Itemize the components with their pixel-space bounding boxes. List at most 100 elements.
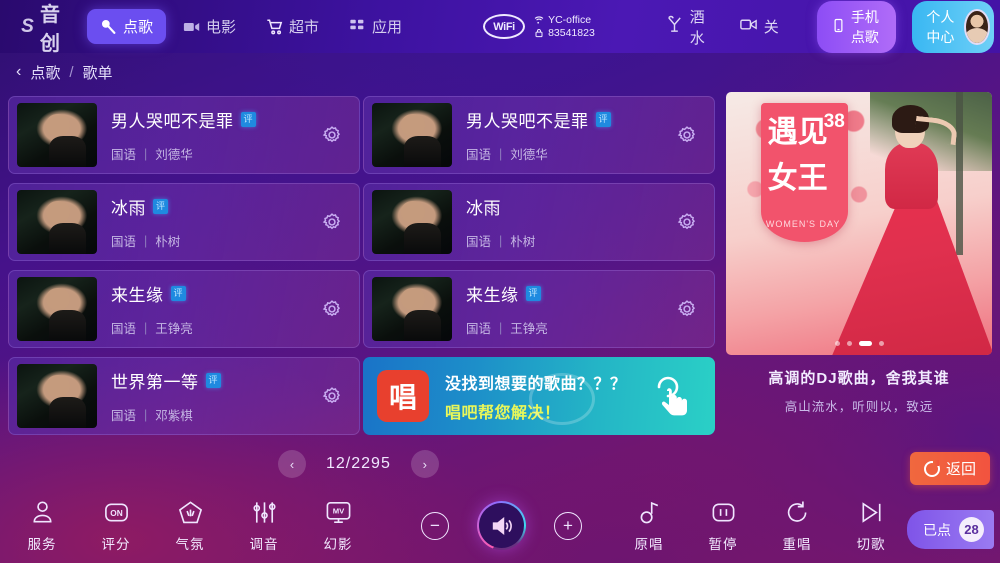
next-page-button[interactable]: › bbox=[410, 450, 439, 478]
gear-icon[interactable] bbox=[321, 124, 343, 146]
song-sub-divider: | bbox=[144, 407, 148, 422]
left-tool-group: 服务 ON 评分 气氛 调音 MV 幻影 bbox=[5, 498, 375, 553]
nav-label-apps: 应用 bbox=[372, 19, 403, 36]
user-center-label: 个人中心 bbox=[926, 8, 955, 45]
tool-mv[interactable]: MV 幻影 bbox=[301, 498, 375, 553]
poster-bodice bbox=[884, 142, 938, 209]
song-title: 来生缘 bbox=[466, 286, 519, 305]
nav-item-apps[interactable]: 应用 bbox=[336, 9, 415, 44]
breadcrumb-current: 歌单 bbox=[82, 64, 113, 82]
logo-text: 音创 bbox=[39, 3, 61, 55]
carousel-dot[interactable] bbox=[834, 341, 840, 346]
song-column-left: 男人哭吧不是罪 评 国语 | 刘德华 冰雨 评 国语 | 朴树 来生缘 评 国语… bbox=[8, 96, 360, 444]
gear-icon[interactable] bbox=[676, 298, 698, 320]
breadcrumb: ‹ 点歌 / 歌单 bbox=[0, 53, 1000, 91]
tool-next-song[interactable]: 切歌 bbox=[834, 498, 908, 553]
wifi-status: WiFi YC-office 83541823 bbox=[483, 14, 595, 40]
ordered-count-badge[interactable]: 已点 28 bbox=[907, 510, 994, 549]
song-sub-divider: | bbox=[499, 233, 503, 248]
nav-item-movies[interactable]: 电影 bbox=[170, 9, 249, 44]
song-row[interactable]: 来生缘 评 国语 | 王铮亮 bbox=[363, 270, 715, 348]
nav-item-songs[interactable]: 点歌 bbox=[87, 9, 167, 44]
tool-label: 调音 bbox=[249, 537, 279, 552]
poster-caption: 高调的DJ歌曲，舍我其谁 高山流水，听则以，致远 bbox=[726, 367, 992, 415]
poster-caption-title: 高调的DJ歌曲，舍我其谁 bbox=[768, 370, 950, 387]
nav-label-movies: 电影 bbox=[206, 19, 237, 36]
carousel-dot-active[interactable] bbox=[858, 341, 872, 346]
song-thumbnail bbox=[372, 190, 452, 254]
chang-logo-icon: 唱 bbox=[377, 370, 429, 422]
carousel-dot[interactable] bbox=[846, 341, 852, 346]
film-icon bbox=[183, 18, 201, 36]
tool-original-vocal[interactable]: 原唱 bbox=[612, 498, 686, 553]
tap-hand-icon bbox=[649, 371, 697, 421]
tool-label: 气氛 bbox=[175, 537, 205, 552]
song-thumbnail bbox=[372, 103, 452, 167]
song-row[interactable]: 世界第一等 评 国语 | 邓紫棋 bbox=[8, 357, 360, 435]
tool-atmosphere[interactable]: 气氛 bbox=[153, 498, 227, 553]
carousel-dot[interactable] bbox=[878, 341, 884, 346]
drinks-button[interactable]: 酒水 bbox=[665, 6, 705, 48]
song-artist: 王铮亮 bbox=[510, 322, 548, 336]
gear-icon[interactable] bbox=[321, 298, 343, 320]
song-row[interactable]: 冰雨 评 国语 | 朴树 bbox=[8, 183, 360, 261]
gear-icon[interactable] bbox=[321, 385, 343, 407]
tool-label: 评分 bbox=[101, 537, 131, 552]
close-video-button[interactable]: 关 bbox=[739, 15, 779, 38]
volume-up-button[interactable]: + bbox=[554, 511, 582, 540]
return-button[interactable]: 返回 bbox=[909, 452, 990, 485]
gear-icon[interactable] bbox=[676, 211, 698, 233]
song-info: 冰雨 评 国语 | 朴树 bbox=[97, 194, 351, 250]
promo-line-2: 唱吧帮您解决！ bbox=[445, 404, 561, 422]
song-row[interactable]: 男人哭吧不是罪 评 国语 | 刘德华 bbox=[363, 96, 715, 174]
song-badge: 评 bbox=[240, 112, 256, 127]
tool-score[interactable]: ON 评分 bbox=[79, 498, 153, 553]
song-title: 男人哭吧不是罪 bbox=[111, 112, 234, 131]
breadcrumb-parent[interactable]: 点歌 bbox=[30, 62, 60, 83]
song-badge: 评 bbox=[595, 112, 611, 127]
tool-label: 重唱 bbox=[782, 537, 812, 552]
avatar[interactable] bbox=[964, 8, 990, 45]
song-thumbnail bbox=[17, 103, 97, 167]
song-artist: 朴树 bbox=[510, 235, 536, 249]
poster-image[interactable]: 38 遇见 女王 WOMEN'S DAY bbox=[726, 92, 992, 355]
song-artist: 刘德华 bbox=[155, 148, 193, 162]
song-badge: 评 bbox=[525, 286, 541, 301]
volume-down-button[interactable]: − bbox=[421, 511, 449, 540]
wifi-password: 83541823 bbox=[548, 26, 595, 39]
song-row[interactable]: 冰雨 国语 | 朴树 bbox=[363, 183, 715, 261]
tool-replay[interactable]: 重唱 bbox=[760, 498, 834, 553]
right-tool-group: 原唱 暂停 重唱 切歌 bbox=[612, 498, 908, 553]
poster-arm bbox=[913, 115, 959, 146]
song-title: 来生缘 bbox=[111, 286, 164, 305]
tool-label: 切歌 bbox=[856, 537, 886, 552]
song-row[interactable]: 男人哭吧不是罪 评 国语 | 刘德华 bbox=[8, 96, 360, 174]
gear-icon[interactable] bbox=[676, 124, 698, 146]
song-row[interactable]: 来生缘 评 国语 | 王铮亮 bbox=[8, 270, 360, 348]
wifi-details: YC-office 83541823 bbox=[533, 14, 595, 40]
promo-banner[interactable]: 唱 没找到想要的歌曲？？？ 唱吧帮您解决！ bbox=[363, 357, 715, 435]
breadcrumb-separator: / bbox=[69, 63, 74, 81]
nav-item-market[interactable]: 超市 bbox=[253, 9, 332, 44]
page-indicator: 12/2295 bbox=[326, 455, 391, 472]
song-language: 国语 bbox=[111, 148, 137, 162]
breadcrumb-back-icon[interactable]: ‹ bbox=[16, 63, 21, 81]
phone-order-button[interactable]: 手机点歌 bbox=[816, 0, 897, 53]
song-language: 国语 bbox=[466, 148, 492, 162]
tool-label: 暂停 bbox=[708, 537, 738, 552]
speaker-icon[interactable] bbox=[477, 501, 526, 550]
pause-icon bbox=[710, 498, 737, 526]
song-thumbnail bbox=[372, 277, 452, 341]
tool-service[interactable]: 服务 bbox=[5, 498, 79, 553]
prev-page-button[interactable]: ‹ bbox=[278, 450, 306, 478]
phone-icon bbox=[831, 18, 846, 36]
nav-label-songs: 点歌 bbox=[123, 19, 154, 36]
tool-pause[interactable]: 暂停 bbox=[686, 498, 760, 553]
song-thumbnail bbox=[17, 190, 97, 254]
song-sub-divider: | bbox=[144, 233, 148, 248]
song-title: 世界第一等 bbox=[111, 373, 199, 392]
gear-icon[interactable] bbox=[321, 211, 343, 233]
poster-gown bbox=[832, 188, 992, 355]
wifi-ssid: YC-office bbox=[548, 13, 592, 26]
tool-tuning[interactable]: 调音 bbox=[227, 498, 301, 553]
